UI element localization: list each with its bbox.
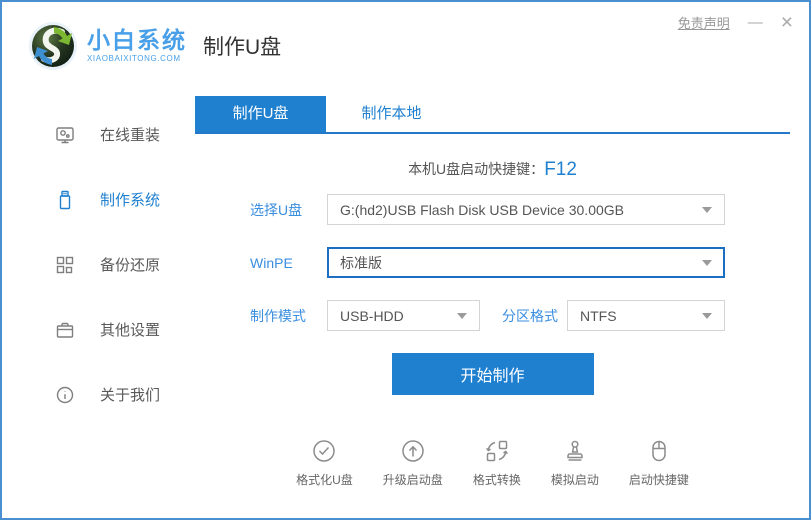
tool-format-usb[interactable]: 格式化U盘 bbox=[296, 438, 353, 488]
tool-upgrade-boot-disk[interactable]: 升级启动盘 bbox=[383, 438, 443, 488]
tabbar: 制作U盘 制作本地 bbox=[195, 96, 790, 134]
form-row-usb: 选择U盘 G:(hd2)USB Flash Disk USB Device 30… bbox=[250, 194, 790, 225]
sidebar-item-label: 备份还原 bbox=[100, 254, 160, 275]
sidebar-item-backup-restore[interactable]: 备份还原 bbox=[2, 232, 195, 297]
minimize-button[interactable]: — bbox=[748, 15, 763, 30]
titlebar-controls: 免责声明 — × bbox=[678, 12, 793, 33]
app-logo-icon bbox=[26, 19, 80, 73]
boot-hotkey-value: F12 bbox=[544, 159, 577, 180]
footer-tools: 格式化U盘 升级启动盘 bbox=[195, 438, 790, 488]
usb-drive-icon bbox=[54, 189, 76, 211]
chevron-down-icon bbox=[702, 260, 712, 266]
tab-make-local[interactable]: 制作本地 bbox=[326, 96, 457, 132]
sidebar-item-label: 关于我们 bbox=[100, 384, 160, 405]
mode-select-label: 制作模式 bbox=[250, 306, 327, 326]
tool-label: 启动快捷键 bbox=[629, 471, 689, 488]
content-panel: 制作U盘 制作本地 本机U盘启动快捷键：F12 选择U盘 G:(hd2)USB … bbox=[195, 90, 809, 488]
chevron-down-icon bbox=[702, 313, 712, 319]
partition-select-value: NTFS bbox=[580, 308, 617, 324]
sidebar-item-label: 其他设置 bbox=[100, 319, 160, 340]
winpe-select[interactable]: 标准版 bbox=[327, 247, 725, 278]
tool-simulate-boot[interactable]: 模拟启动 bbox=[551, 438, 599, 488]
start-make-button[interactable]: 开始制作 bbox=[392, 353, 594, 395]
usb-select-value: G:(hd2)USB Flash Disk USB Device 30.00GB bbox=[340, 202, 624, 218]
convert-icon bbox=[484, 438, 510, 464]
partition-select[interactable]: NTFS bbox=[567, 300, 725, 331]
app-window: 免责声明 — × 小白系统 XIAOB bbox=[0, 0, 811, 520]
monitor-icon bbox=[54, 124, 76, 146]
sidebar-item-other-settings[interactable]: 其他设置 bbox=[2, 297, 195, 362]
page-title: 制作U盘 bbox=[203, 31, 281, 61]
tool-label: 格式化U盘 bbox=[296, 471, 353, 488]
chevron-down-icon bbox=[702, 207, 712, 213]
logo-title: 小白系统 bbox=[87, 28, 187, 53]
sidebar-item-make-system[interactable]: 制作系统 bbox=[2, 167, 195, 232]
mode-select-value: USB-HDD bbox=[340, 308, 404, 324]
start-area: 开始制作 bbox=[195, 353, 790, 395]
boot-hotkey-label: 本机U盘启动快捷键： bbox=[408, 161, 544, 177]
sidebar-item-online-reinstall[interactable]: 在线重装 bbox=[2, 102, 195, 167]
tool-label: 升级启动盘 bbox=[383, 471, 443, 488]
usb-form: 选择U盘 G:(hd2)USB Flash Disk USB Device 30… bbox=[195, 194, 790, 331]
grid-icon bbox=[54, 254, 76, 276]
info-icon bbox=[54, 384, 76, 406]
usb-select[interactable]: G:(hd2)USB Flash Disk USB Device 30.00GB bbox=[327, 194, 725, 225]
tool-format-convert[interactable]: 格式转换 bbox=[473, 438, 521, 488]
usb-select-label: 选择U盘 bbox=[250, 200, 327, 220]
winpe-select-label: WinPE bbox=[250, 255, 327, 271]
close-button[interactable]: × bbox=[781, 12, 793, 33]
logo-text: 小白系统 XIAOBAIXITONG.COM bbox=[87, 28, 187, 64]
sidebar-item-label: 在线重装 bbox=[100, 124, 160, 145]
main-layout: 在线重装 制作系统 备份还原 bbox=[2, 90, 809, 488]
chevron-down-icon bbox=[457, 313, 467, 319]
tool-boot-hotkey[interactable]: 启动快捷键 bbox=[629, 438, 689, 488]
form-row-mode-partition: 制作模式 USB-HDD 分区格式 NTFS bbox=[250, 300, 790, 331]
stamp-icon bbox=[562, 438, 588, 464]
tool-label: 模拟启动 bbox=[551, 471, 599, 488]
mode-select[interactable]: USB-HDD bbox=[327, 300, 480, 331]
sidebar-item-label: 制作系统 bbox=[100, 189, 160, 210]
logo: 小白系统 XIAOBAIXITONG.COM bbox=[2, 19, 195, 73]
form-row-winpe: WinPE 标准版 bbox=[250, 247, 790, 278]
winpe-select-value: 标准版 bbox=[340, 253, 382, 273]
boot-hotkey-line: 本机U盘启动快捷键：F12 bbox=[195, 159, 790, 181]
check-circle-icon bbox=[311, 438, 337, 464]
sidebar: 在线重装 制作系统 备份还原 bbox=[2, 90, 195, 488]
briefcase-icon bbox=[54, 319, 76, 341]
arrow-up-circle-icon bbox=[400, 438, 426, 464]
mouse-icon bbox=[646, 438, 672, 464]
logo-subtitle: XIAOBAIXITONG.COM bbox=[87, 55, 187, 64]
tab-make-usb[interactable]: 制作U盘 bbox=[195, 96, 326, 132]
tool-label: 格式转换 bbox=[473, 471, 521, 488]
partition-select-label: 分区格式 bbox=[502, 306, 567, 326]
sidebar-item-about-us[interactable]: 关于我们 bbox=[2, 362, 195, 427]
disclaimer-link[interactable]: 免责声明 bbox=[678, 13, 730, 32]
